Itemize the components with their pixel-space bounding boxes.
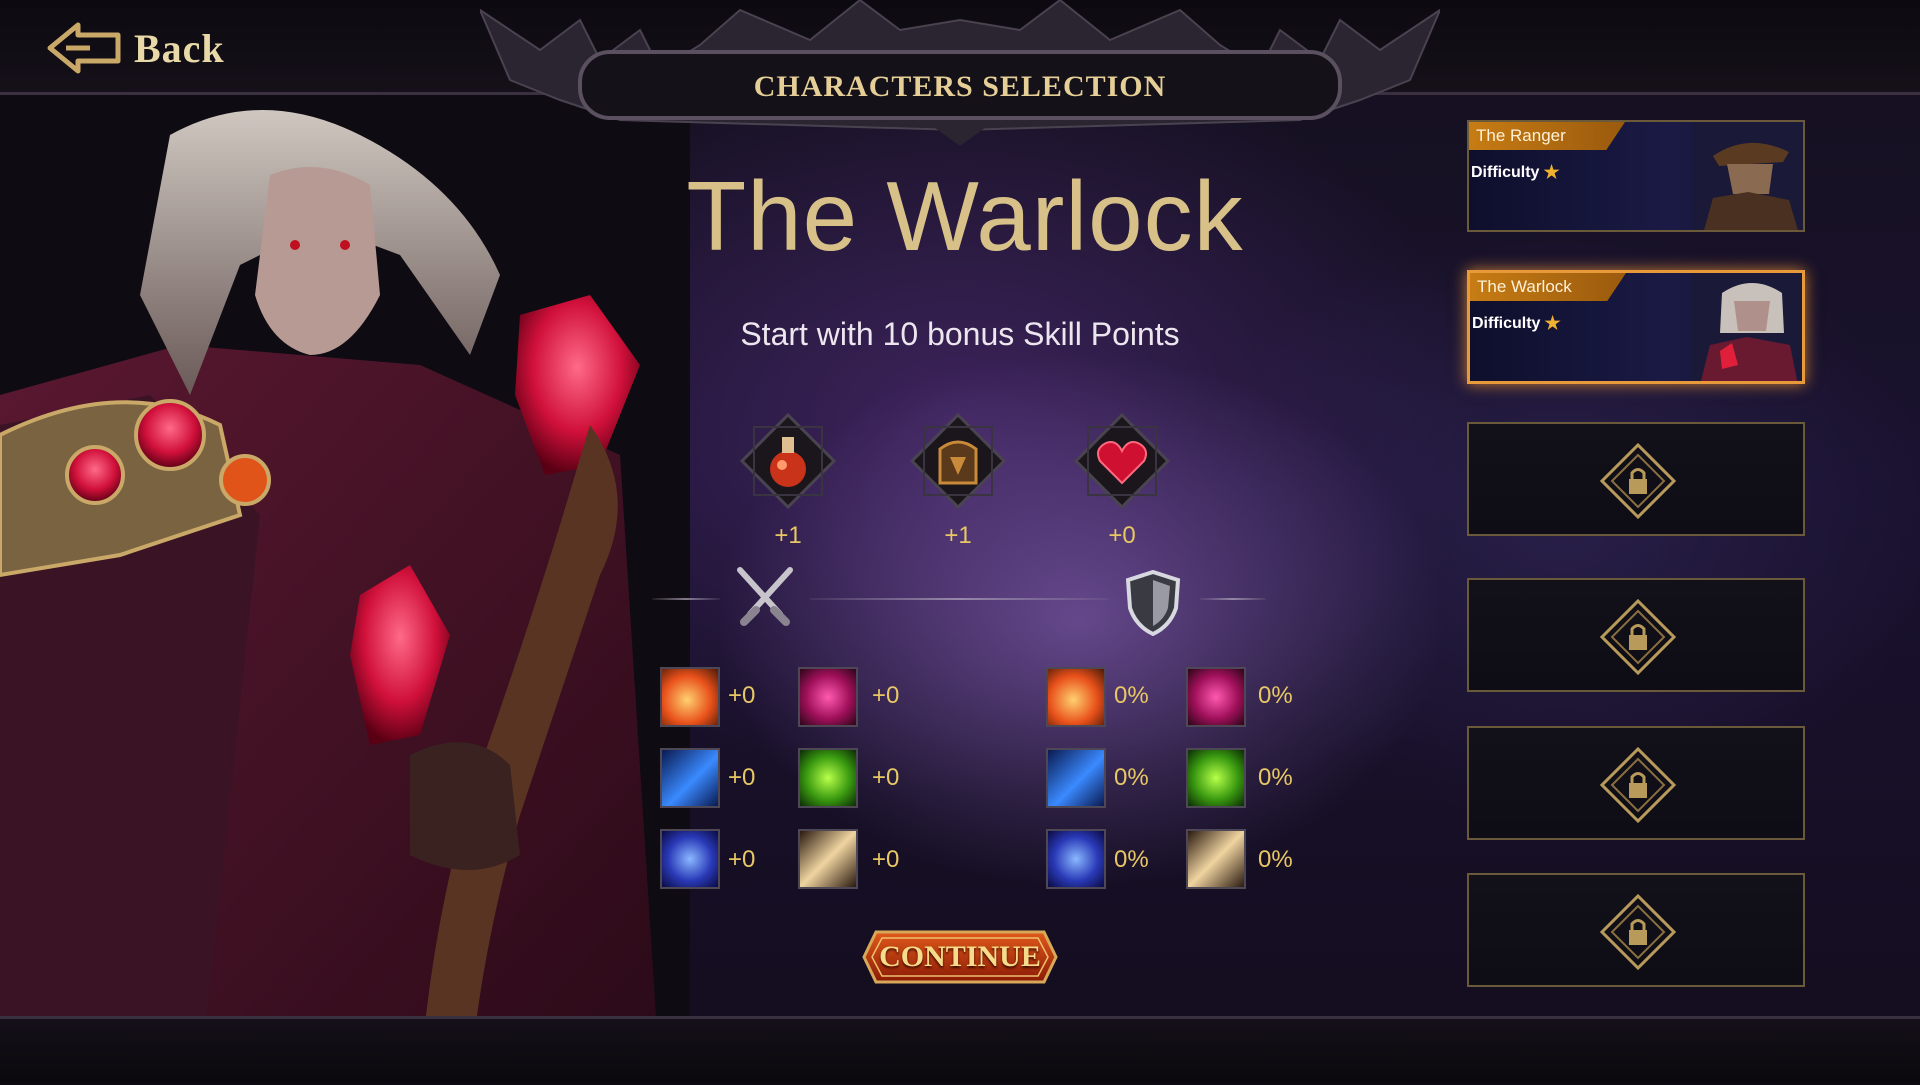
attack-poison-value: +0 bbox=[872, 764, 900, 791]
locked-slot[interactable] bbox=[1467, 422, 1805, 536]
shield-icon bbox=[1124, 569, 1182, 637]
lock-icon bbox=[1600, 443, 1676, 519]
defense-physical-value: 0% bbox=[1258, 846, 1293, 873]
attack-fire-icon bbox=[660, 667, 720, 727]
potion-value: +1 bbox=[774, 522, 802, 549]
defense-ice-shard-icon bbox=[1046, 748, 1106, 808]
roster-card-difficulty: Difficulty ★ bbox=[1472, 313, 1561, 334]
potion-icon bbox=[739, 412, 837, 510]
attack-lightning-value: +0 bbox=[728, 846, 756, 873]
character-name: The Warlock bbox=[686, 161, 1244, 271]
divider-left bbox=[652, 598, 720, 600]
locked-slot[interactable] bbox=[1467, 578, 1805, 692]
defense-shadow-value: 0% bbox=[1258, 682, 1293, 709]
back-label: Back bbox=[134, 25, 225, 71]
attack-fire-value: +0 bbox=[728, 682, 756, 709]
attack-ice-value: +0 bbox=[728, 764, 756, 791]
star-icon: ★ bbox=[1544, 313, 1561, 333]
defense-fire-icon bbox=[1046, 667, 1106, 727]
roster-card-difficulty: Difficulty ★ bbox=[1471, 162, 1560, 183]
difficulty-label: Difficulty bbox=[1472, 314, 1541, 332]
attack-physical-value: +0 bbox=[872, 846, 900, 873]
heart-value: +0 bbox=[1108, 522, 1136, 549]
bottom-bar bbox=[0, 1016, 1920, 1083]
divider-right bbox=[1200, 598, 1266, 600]
back-button[interactable]: Back bbox=[44, 16, 225, 80]
warlock-portrait bbox=[0, 95, 690, 1080]
backpack-icon bbox=[909, 412, 1007, 510]
attack-physical-slash-icon bbox=[798, 829, 858, 889]
defense-ice-value: 0% bbox=[1114, 764, 1149, 791]
crossed-swords-icon bbox=[730, 562, 800, 632]
defense-poison-value: 0% bbox=[1258, 764, 1293, 791]
lock-icon bbox=[1600, 747, 1676, 823]
title-frame: CHARACTERS SELECTION bbox=[480, 0, 1440, 150]
character-bonus: Start with 10 bonus Skill Points bbox=[740, 316, 1180, 352]
roster-card-warlock[interactable]: The Warlock Difficulty ★ bbox=[1467, 270, 1805, 384]
backpack-value: +1 bbox=[944, 522, 972, 549]
ranger-portrait bbox=[1693, 122, 1803, 230]
screen-title: CHARACTERS SELECTION bbox=[753, 70, 1167, 103]
lock-icon bbox=[1600, 599, 1676, 675]
attack-poison-skull-icon bbox=[798, 748, 858, 808]
roster-card-ranger[interactable]: The Ranger Difficulty ★ bbox=[1467, 120, 1805, 232]
roster-card-name: The Warlock bbox=[1470, 273, 1626, 301]
heart-icon bbox=[1073, 412, 1171, 510]
attack-shadow-skull-icon bbox=[798, 667, 858, 727]
roster-card-name: The Ranger bbox=[1469, 122, 1625, 150]
continue-label: CONTINUE bbox=[879, 940, 1041, 973]
lock-icon bbox=[1600, 894, 1676, 970]
back-arrow-icon bbox=[47, 22, 121, 74]
attack-shadow-value: +0 bbox=[872, 682, 900, 709]
attack-ice-shard-icon bbox=[660, 748, 720, 808]
defense-lightning-value: 0% bbox=[1114, 846, 1149, 873]
defense-lightning-icon bbox=[1046, 829, 1106, 889]
divider-middle bbox=[810, 598, 1108, 600]
defense-physical-slash-icon bbox=[1186, 829, 1246, 889]
difficulty-label: Difficulty bbox=[1471, 163, 1540, 181]
attack-lightning-icon bbox=[660, 829, 720, 889]
defense-shadow-skull-icon bbox=[1186, 667, 1246, 727]
continue-button[interactable]: CONTINUE bbox=[862, 928, 1058, 986]
locked-slot[interactable] bbox=[1467, 873, 1805, 987]
defense-fire-value: 0% bbox=[1114, 682, 1149, 709]
warlock-card-portrait bbox=[1692, 273, 1802, 381]
locked-slot[interactable] bbox=[1467, 726, 1805, 840]
star-icon: ★ bbox=[1543, 162, 1560, 182]
defense-poison-skull-icon bbox=[1186, 748, 1246, 808]
